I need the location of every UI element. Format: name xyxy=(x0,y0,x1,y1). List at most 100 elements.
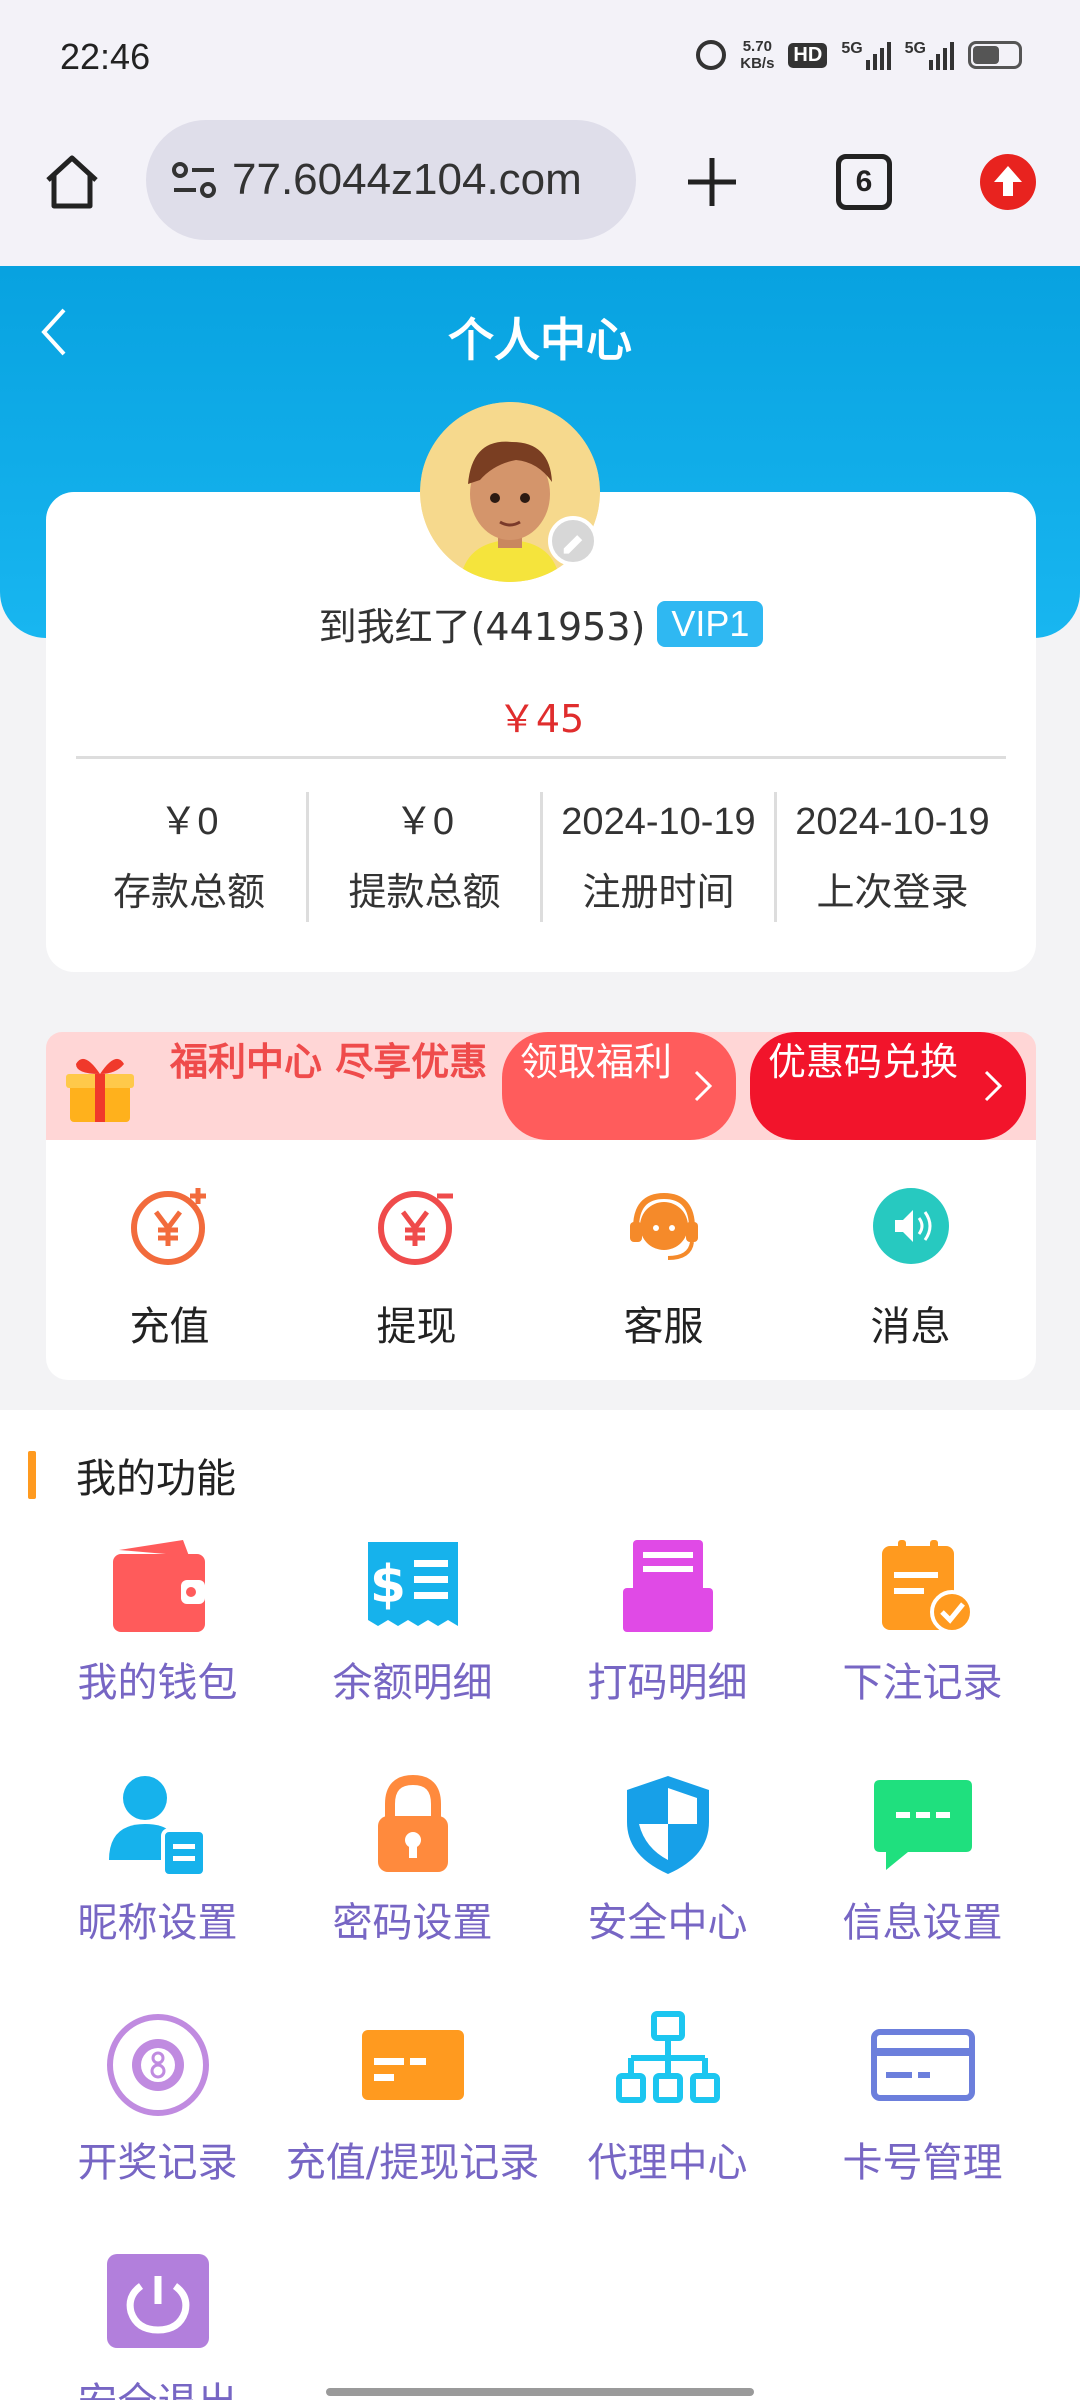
lottery-record-item[interactable]: 开奖记录 xyxy=(30,2010,285,2250)
wallet-icon xyxy=(112,1540,205,1632)
message-icon xyxy=(872,1188,949,1264)
edit-avatar-icon[interactable] xyxy=(548,516,598,566)
claim-welfare-button[interactable]: 领取福利 xyxy=(502,1032,736,1140)
power-icon xyxy=(106,2254,209,2348)
stat-last-login: 2024-10-19 上次登录 xyxy=(774,792,1008,922)
chevron-right-icon xyxy=(694,1070,713,1102)
home-icon[interactable] xyxy=(42,152,102,212)
recharge-button[interactable]: 充值 xyxy=(46,1140,293,1380)
org-chart-icon xyxy=(615,2011,720,2103)
stat-register-time: 2024-10-19 注册时间 xyxy=(540,792,774,922)
bet-code-detail-icon xyxy=(622,1540,713,1632)
redeem-code-button[interactable]: 优惠码兑换 xyxy=(750,1032,1026,1140)
speed-unit: KB/s xyxy=(740,55,775,72)
quick-actions: 充值 提现 客服 消息 xyxy=(46,1140,1036,1380)
quick-label: 充值 xyxy=(129,1304,210,1350)
function-label: 开奖记录 xyxy=(77,2140,238,2186)
agency-center-item[interactable]: 代理中心 xyxy=(540,2010,795,2250)
function-label: 我的钱包 xyxy=(77,1660,238,1706)
bet-code-detail-item[interactable]: 打码明细 xyxy=(540,1530,795,1770)
function-label: 下注记录 xyxy=(842,1660,1003,1706)
gift-icon xyxy=(66,1058,134,1122)
info-settings-item[interactable]: 信息设置 xyxy=(795,1770,1050,2010)
lock-icon xyxy=(377,1774,448,1872)
section-accent-bar xyxy=(28,1451,36,1499)
status-icons: 5.70 KB/s HD 5G 5G xyxy=(696,38,1022,72)
stat-value: 2024-10-19 xyxy=(561,801,756,843)
page-title: 个人中心 xyxy=(448,313,632,367)
chat-bubble-icon xyxy=(873,1780,972,1870)
stat-label: 存款总额 xyxy=(112,870,265,914)
tabs-icon[interactable]: 6 xyxy=(836,154,892,210)
wallet-item[interactable]: 我的钱包 xyxy=(30,1530,285,1770)
address-bar[interactable]: 77.6044z104.com xyxy=(146,120,636,240)
battery-icon xyxy=(968,41,1022,69)
function-label: 密码设置 xyxy=(332,1900,493,1946)
customer-service-button[interactable]: 客服 xyxy=(540,1140,787,1380)
my-functions-section: 我的功能 我的钱包 $ 余额明细 打码明细 下注记录 昵称设置 密码设置 安全中… xyxy=(0,1410,1080,2400)
password-settings-item[interactable]: 密码设置 xyxy=(285,1770,540,2010)
update-icon[interactable] xyxy=(980,154,1036,210)
url-text[interactable]: 77.6044z104.com xyxy=(232,155,582,205)
profile-card: 到我红了(441953) VIP1 ￥45 ￥0 存款总额 ￥0 提款总额 20… xyxy=(46,402,1036,972)
function-grid: 我的钱包 $ 余额明细 打码明细 下注记录 昵称设置 密码设置 安全中心 信息设… xyxy=(0,1530,1080,2400)
balance-detail-icon: $ xyxy=(367,1542,458,1626)
signal-label: 5G xyxy=(904,40,926,57)
recharge-withdraw-record-item[interactable]: 充值/提现记录 xyxy=(285,2010,540,2250)
security-center-item[interactable]: 安全中心 xyxy=(540,1770,795,2010)
function-label: 昵称设置 xyxy=(77,1900,238,1946)
user-info: 到我红了(441953) VIP1 xyxy=(46,596,1036,651)
account-stats: ￥0 存款总额 ￥0 提款总额 2024-10-19 注册时间 2024-10-… xyxy=(46,792,1036,922)
chevron-right-icon xyxy=(984,1070,1003,1102)
account-balance: ￥45 xyxy=(497,697,585,741)
function-label: 安全中心 xyxy=(587,1900,748,1946)
section-title: 我的功能 xyxy=(76,1456,236,1502)
plus-icon[interactable] xyxy=(680,150,744,214)
browser-toolbar: 77.6044z104.com 6 xyxy=(0,116,1080,266)
function-label: 卡号管理 xyxy=(842,2140,1003,2186)
withdraw-icon xyxy=(377,1191,453,1265)
card-record-icon xyxy=(361,2030,464,2100)
function-label: 充值/提现记录 xyxy=(285,2140,540,2186)
signal-icon: 5G xyxy=(905,40,954,70)
hd-voice-icon: HD xyxy=(788,42,828,68)
stat-value: 2024-10-19 xyxy=(795,801,990,843)
nickname-settings-item[interactable]: 昵称设置 xyxy=(30,1770,285,2010)
bet-record-item[interactable]: 下注记录 xyxy=(795,1530,1050,1770)
stat-label: 注册时间 xyxy=(582,870,735,914)
divider xyxy=(76,756,1006,759)
recharge-icon xyxy=(130,1188,206,1265)
lottery-ball-icon xyxy=(106,2014,209,2116)
message-button[interactable]: 消息 xyxy=(787,1140,1034,1380)
welfare-title: 福利中心 尽享优惠 xyxy=(170,1040,488,1084)
function-label: 打码明细 xyxy=(587,1660,748,1706)
speed-value: 5.70 xyxy=(742,38,772,55)
function-label: 代理中心 xyxy=(587,2140,748,2186)
svg-text:$: $ xyxy=(369,1555,405,1615)
balance-detail-item[interactable]: $ 余额明细 xyxy=(285,1530,540,1770)
customer-service-icon xyxy=(629,1192,698,1260)
stat-label: 上次登录 xyxy=(816,870,969,914)
logout-item[interactable]: 安全退出 xyxy=(30,2250,285,2400)
status-bar: 22:46 5.70 KB/s HD 5G 5G xyxy=(0,0,1080,116)
claim-welfare-label: 领取福利 xyxy=(520,1040,673,1084)
site-info-icon[interactable] xyxy=(170,160,218,200)
signal-icon: 5G xyxy=(841,40,891,70)
alarm-icon xyxy=(696,40,727,70)
bank-card-icon xyxy=(870,2029,975,2101)
withdraw-button[interactable]: 提现 xyxy=(293,1140,540,1380)
quick-label: 客服 xyxy=(623,1304,704,1350)
function-label: 安全退出 xyxy=(30,2370,285,2400)
status-time: 22:46 xyxy=(60,36,151,77)
function-label: 信息设置 xyxy=(842,1900,1003,1946)
home-indicator[interactable] xyxy=(326,2388,754,2396)
card-management-item[interactable]: 卡号管理 xyxy=(795,2010,1050,2250)
nickname-icon xyxy=(108,1776,207,1878)
quick-label: 消息 xyxy=(870,1304,951,1350)
redeem-code-label: 优惠码兑换 xyxy=(768,1040,959,1084)
stat-value: ￥0 xyxy=(159,801,219,843)
vip-badge: VIP1 xyxy=(657,600,764,647)
username: 到我红了(441953) xyxy=(318,605,646,649)
welfare-banner: 福利中心 尽享优惠 领取福利 优惠码兑换 xyxy=(46,1032,1036,1140)
bet-record-icon xyxy=(881,1540,974,1634)
